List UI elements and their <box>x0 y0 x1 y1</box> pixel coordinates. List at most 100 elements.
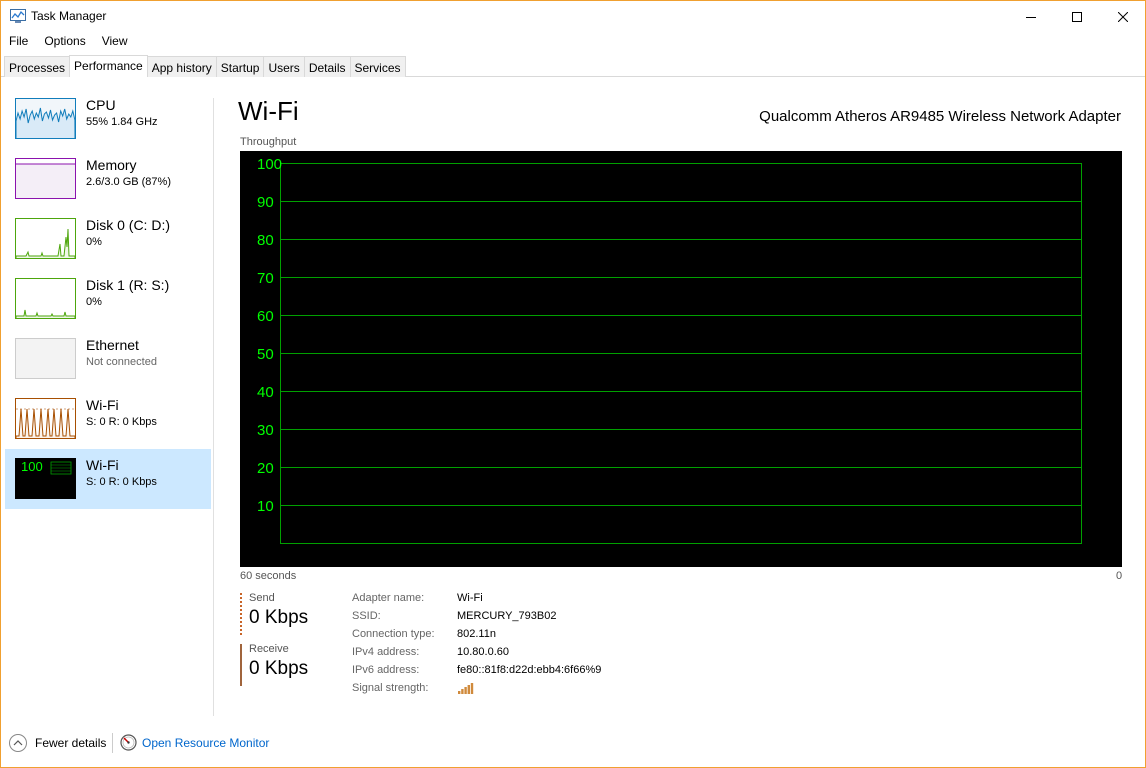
prop-value: Wi-Fi <box>457 592 483 604</box>
wifi2-sparkline: 100 <box>16 459 75 498</box>
prop-key: IPv6 address: <box>352 664 420 676</box>
wifi2-thumb-label: 100 <box>21 459 43 474</box>
signal-bar <box>467 685 470 694</box>
prop-key: Signal strength: <box>352 682 429 694</box>
sidebar-item-label: Disk 0 (C: D:) <box>86 217 170 233</box>
sidebar-item-wifi-1[interactable]: Wi-Fi S: 0 R: 0 Kbps <box>5 389 211 449</box>
wifi1-sparkline <box>16 408 75 438</box>
y-tick-label: 90 <box>257 194 274 211</box>
receive-value: 0 Kbps <box>249 658 309 679</box>
x-axis-right-label: 0 <box>1116 570 1123 582</box>
sidebar-item-value: 55% 1.84 GHz <box>86 116 158 128</box>
minimize-icon <box>1026 16 1036 18</box>
memory-thumbnail-graph <box>15 158 76 199</box>
tab-processes[interactable]: Processes <box>4 56 71 77</box>
receive-label: Receive <box>249 643 289 655</box>
title-bar: Task Manager <box>1 1 1145 32</box>
prop-value: MERCURY_793B02 <box>457 610 557 622</box>
y-tick-label: 30 <box>257 422 274 439</box>
close-button[interactable] <box>1100 1 1146 32</box>
maximize-icon <box>1072 11 1082 22</box>
disk1-thumbnail-graph <box>15 278 76 319</box>
sidebar-item-value: 0% <box>86 296 102 308</box>
resource-sidebar: CPU 55% 1.84 GHz Memory 2.6/3.0 GB (87%)… <box>5 89 211 509</box>
send-value: 0 Kbps <box>249 607 309 628</box>
panel-divider <box>213 98 214 716</box>
signal-bar <box>464 687 467 694</box>
sidebar-item-label: Ethernet <box>86 337 139 353</box>
y-tick-label: 70 <box>257 270 274 287</box>
sidebar-item-disk-1[interactable]: Disk 1 (R: S:) 0% <box>5 269 211 329</box>
prop-key: IPv4 address: <box>352 646 420 658</box>
prop-row: Adapter name: Wi-Fi <box>352 592 601 610</box>
menu-options[interactable]: Options <box>36 32 93 52</box>
sidebar-item-label: Wi-Fi <box>86 457 119 473</box>
fewer-details-label: Fewer details <box>35 736 107 750</box>
y-tick-label: 20 <box>257 460 274 477</box>
page-title: Wi-Fi <box>238 96 299 126</box>
disk0-sparkline <box>16 228 75 258</box>
cpu-thumbnail-graph <box>15 98 76 139</box>
prop-value: fe80::81f8:d22d:ebb4:6f66%9 <box>457 664 602 676</box>
prop-key: Connection type: <box>352 628 435 640</box>
sidebar-item-wifi-2[interactable]: 100 Wi-Fi S: 0 R: 0 Kbps <box>5 449 211 509</box>
tab-startup[interactable]: Startup <box>215 56 265 77</box>
wifi2-thumbnail-graph: 100 <box>15 458 76 499</box>
disk1-sparkline <box>16 309 75 318</box>
signal-strength-icon <box>457 682 475 700</box>
sidebar-item-value: 2.6/3.0 GB (87%) <box>86 176 171 188</box>
menu-view[interactable]: View <box>94 32 136 52</box>
resource-monitor-icon <box>120 734 137 751</box>
disk0-thumbnail-graph <box>15 218 76 259</box>
send-stat: Send 0 Kbps <box>240 592 309 635</box>
footer-separator <box>112 733 113 753</box>
fewer-details-button[interactable]: Fewer details <box>9 734 106 752</box>
task-manager-window: Task Manager File Options View Processes… <box>0 0 1146 768</box>
tab-app-history[interactable]: App history <box>146 56 217 77</box>
tab-details[interactable]: Details <box>303 56 351 77</box>
chevron-up-icon <box>9 734 27 752</box>
y-tick-label: 10 <box>257 498 274 515</box>
close-icon <box>1118 11 1128 22</box>
prop-key: Adapter name: <box>352 592 425 604</box>
tab-services[interactable]: Services <box>349 56 406 77</box>
prop-value: 802.11n <box>457 628 496 640</box>
sidebar-item-value: S: 0 R: 0 Kbps <box>86 476 157 488</box>
tab-users[interactable]: Users <box>263 56 305 77</box>
send-label: Send <box>249 592 275 604</box>
y-tick-label: 40 <box>257 384 274 401</box>
y-tick-label: 80 <box>257 232 274 249</box>
window-title: Task Manager <box>31 9 107 23</box>
sidebar-item-memory[interactable]: Memory 2.6/3.0 GB (87%) <box>5 149 211 209</box>
sidebar-item-label: CPU <box>86 97 116 113</box>
open-resource-monitor-label: Open Resource Monitor <box>142 735 270 750</box>
x-axis-left-label: 60 seconds <box>240 570 297 582</box>
prop-key: SSID: <box>352 610 381 622</box>
prop-value: 10.80.0.60 <box>457 646 509 658</box>
signal-bar <box>470 683 474 694</box>
menu-file[interactable]: File <box>1 32 36 52</box>
tab-performance[interactable]: Performance <box>69 55 148 77</box>
ethernet-thumbnail-graph <box>15 338 76 379</box>
minimize-button[interactable] <box>1008 1 1054 32</box>
adapter-description: Qualcomm Atheros AR9485 Wireless Network… <box>759 108 1121 125</box>
cpu-sparkline <box>16 99 75 138</box>
y-tick-label: 100 <box>257 156 282 173</box>
open-resource-monitor-link[interactable]: Open Resource Monitor <box>120 734 269 751</box>
wifi1-thumbnail-graph <box>15 398 76 439</box>
prop-row: SSID: MERCURY_793B02 <box>352 610 601 628</box>
sidebar-item-cpu[interactable]: CPU 55% 1.84 GHz <box>5 89 211 149</box>
signal-bar <box>461 689 464 694</box>
menu-bar: File Options View <box>1 32 136 52</box>
prop-row: Signal strength: <box>352 682 601 700</box>
sidebar-item-value: S: 0 R: 0 Kbps <box>86 416 157 428</box>
task-manager-icon <box>10 9 26 23</box>
prop-row: IPv6 address: fe80::81f8:d22d:ebb4:6f66%… <box>352 664 601 682</box>
sidebar-item-label: Wi-Fi <box>86 397 119 413</box>
sidebar-item-label: Disk 1 (R: S:) <box>86 277 170 293</box>
maximize-button[interactable] <box>1054 1 1100 32</box>
sidebar-item-ethernet[interactable]: Ethernet Not connected <box>5 329 211 389</box>
throughput-chart: 100 90 80 70 60 50 40 30 20 10 <box>257 156 1082 544</box>
sidebar-item-disk-0[interactable]: Disk 0 (C: D:) 0% <box>5 209 211 269</box>
tab-strip: Processes Performance App history Startu… <box>4 55 406 77</box>
